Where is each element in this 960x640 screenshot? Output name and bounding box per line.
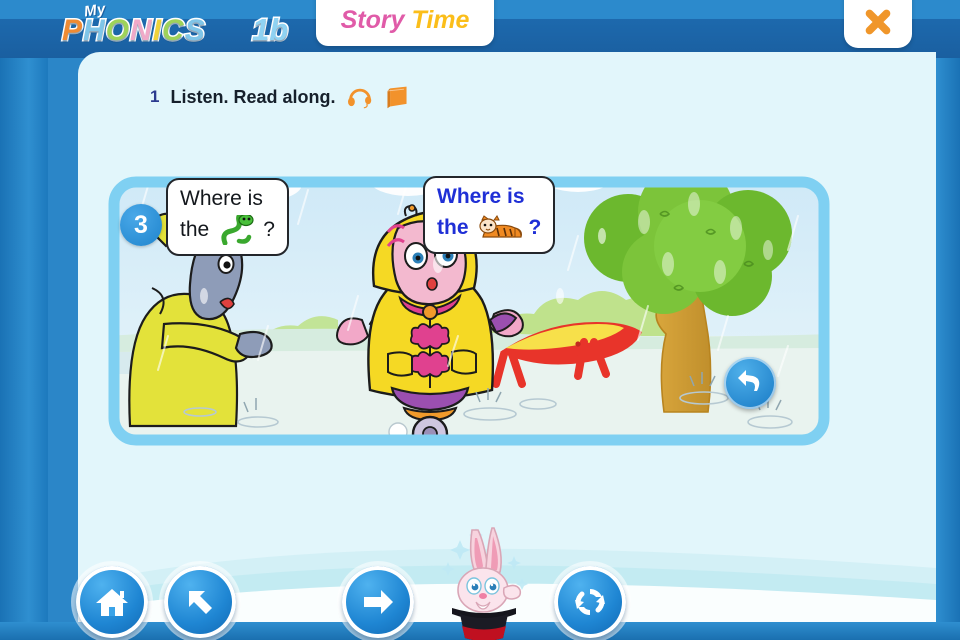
bubble-text-question: ? [263, 218, 275, 242]
bubble-line-1: Where is [437, 185, 541, 209]
bubble-line-1: Where is [180, 187, 275, 211]
speech-bubble-donkey: Where is the ? [166, 178, 289, 257]
snake-image [221, 215, 254, 246]
arrow-right-icon [364, 590, 393, 614]
page-title-time: Time [411, 5, 470, 34]
page-number-badge: 3 [120, 204, 162, 246]
logo-level: 1b [250, 11, 289, 49]
home-button[interactable] [76, 566, 148, 638]
bubble-text-where-is: Where is [180, 187, 263, 210]
bubble-line-2: the ? [180, 215, 275, 246]
bubble-text-the: the [437, 216, 469, 240]
home-icon [96, 589, 128, 616]
refresh-button[interactable] [554, 566, 626, 638]
frame-left-edge [0, 0, 48, 640]
tiger-image [478, 215, 522, 238]
page-title-tab: Story Time [316, 0, 494, 46]
arrow-up-left-icon [189, 591, 212, 614]
magic-rabbit-mascot [441, 527, 528, 640]
speech-bubble-girl: Where is the ? [423, 176, 556, 255]
bubble-text-where-is: Where is [437, 185, 525, 208]
logo-wordmark: PHONICS [60, 13, 206, 49]
bubble-text-the: the [180, 218, 210, 242]
close-button[interactable] [844, 0, 912, 48]
replay-arrow-icon [738, 370, 760, 391]
close-x-icon [865, 9, 891, 35]
page-title-story: Story [340, 5, 405, 34]
app-window: My PHONICS 1b Story Time 1 Listen. Read … [0, 0, 960, 640]
bubble-line-2: the ? [437, 213, 541, 243]
bubble-text-question: ? [528, 216, 542, 240]
refresh-icon [575, 589, 605, 615]
app-logo: My PHONICS 1b [60, 1, 322, 56]
next-button[interactable] [342, 566, 414, 638]
back-button[interactable] [164, 566, 236, 638]
scene-replay-button[interactable] [724, 357, 776, 409]
